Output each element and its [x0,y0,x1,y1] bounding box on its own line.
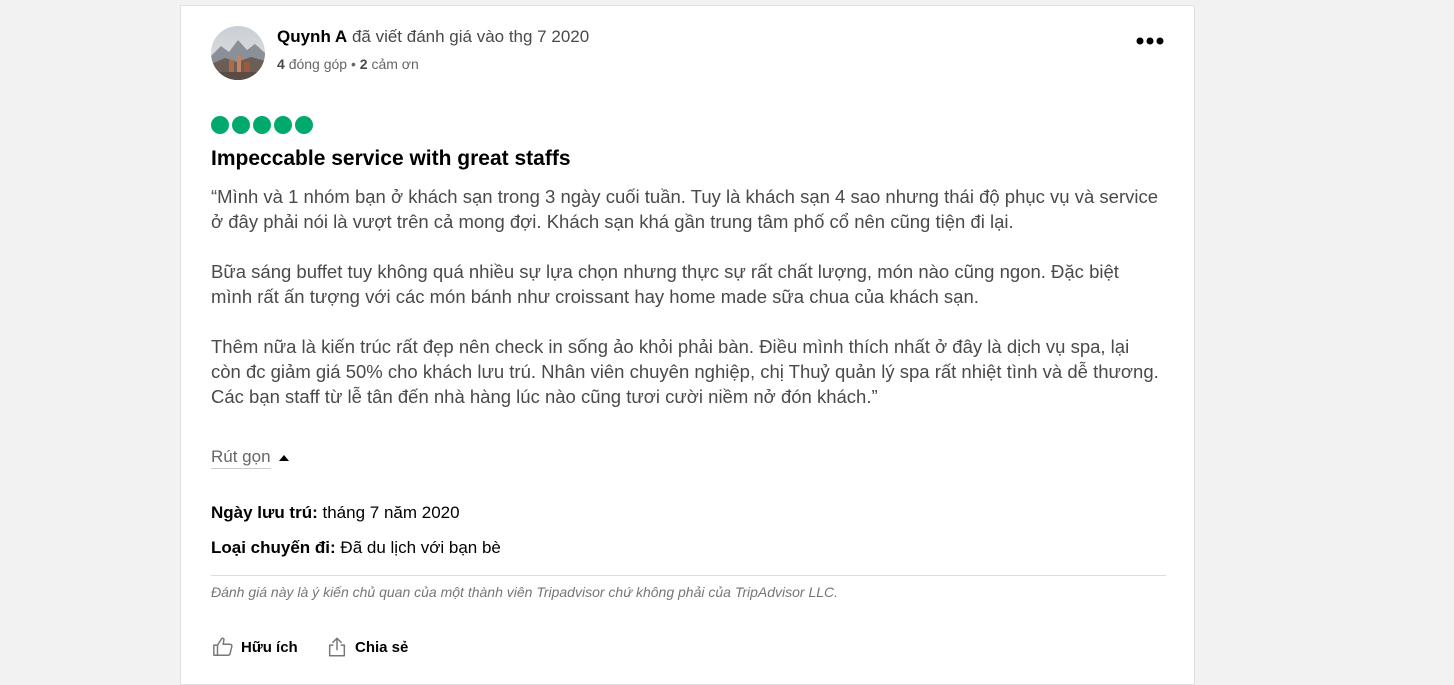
review-body: “Mình và 1 nhóm bạn ở khách sạn trong 3 … [211,184,1161,409]
review-disclaimer: Đánh giá này là ý kiến chủ quan của một … [211,584,839,600]
share-label: Chia sẻ [355,638,409,656]
review-card: Quynh A đã viết đánh giá vào thg 7 2020 … [180,5,1195,685]
rating-bubble [232,116,250,134]
thumbs-up-icon [213,637,233,656]
author-name[interactable]: Quynh A [277,27,347,46]
review-header: Quynh A đã viết đánh giá vào thg 7 2020 [277,27,589,47]
avatar-image [211,26,265,80]
trip-type-value: Đã du lịch với bạn bè [340,538,501,557]
review-title[interactable]: Impeccable service with great staffs [211,147,571,171]
share-icon [328,637,346,657]
stay-date-label: Ngày lưu trú: [211,503,318,522]
thanks-count: 2 [359,56,368,72]
review-action-text: đã viết đánh giá vào thg 7 2020 [351,27,590,46]
collapse-label: Rút gọn [211,447,271,469]
avatar[interactable] [211,26,265,80]
helpful-label: Hữu ích [241,638,298,656]
collapse-button[interactable]: Rút gọn [211,447,289,469]
review-paragraph: Thêm nữa là kiến trúc rất đẹp nên check … [211,336,1159,407]
review-paragraph: “Mình và 1 nhóm bạn ở khách sạn trong 3 … [211,186,1159,232]
stats-separator: • [350,56,356,72]
helpful-button[interactable]: Hữu ích [212,636,298,658]
contributions-label: đóng góp [288,56,348,72]
stay-date: Ngày lưu trú: tháng 7 năm 2020 [211,503,460,523]
rating-bubble [211,116,229,134]
divider [211,575,1166,576]
author-stats: 4 đóng góp • 2 cảm ơn [277,56,419,72]
contributions-count: 4 [277,56,285,72]
rating-bubble [253,116,271,134]
trip-type-label: Loại chuyến đi: [211,538,336,557]
rating-bubbles [211,116,313,134]
review-paragraph: Bữa sáng buffet tuy không quá nhiều sự l… [211,261,1119,307]
share-button[interactable]: Chia sẻ [326,636,408,658]
rating-bubble [274,116,292,134]
more-horizontal-icon[interactable] [1135,34,1165,46]
thanks-label: cảm ơn [371,56,419,72]
stay-date-value: tháng 7 năm 2020 [322,503,460,522]
caret-up-icon [278,455,289,461]
trip-type: Loại chuyến đi: Đã du lịch với bạn bè [211,538,501,558]
rating-bubble [295,116,313,134]
